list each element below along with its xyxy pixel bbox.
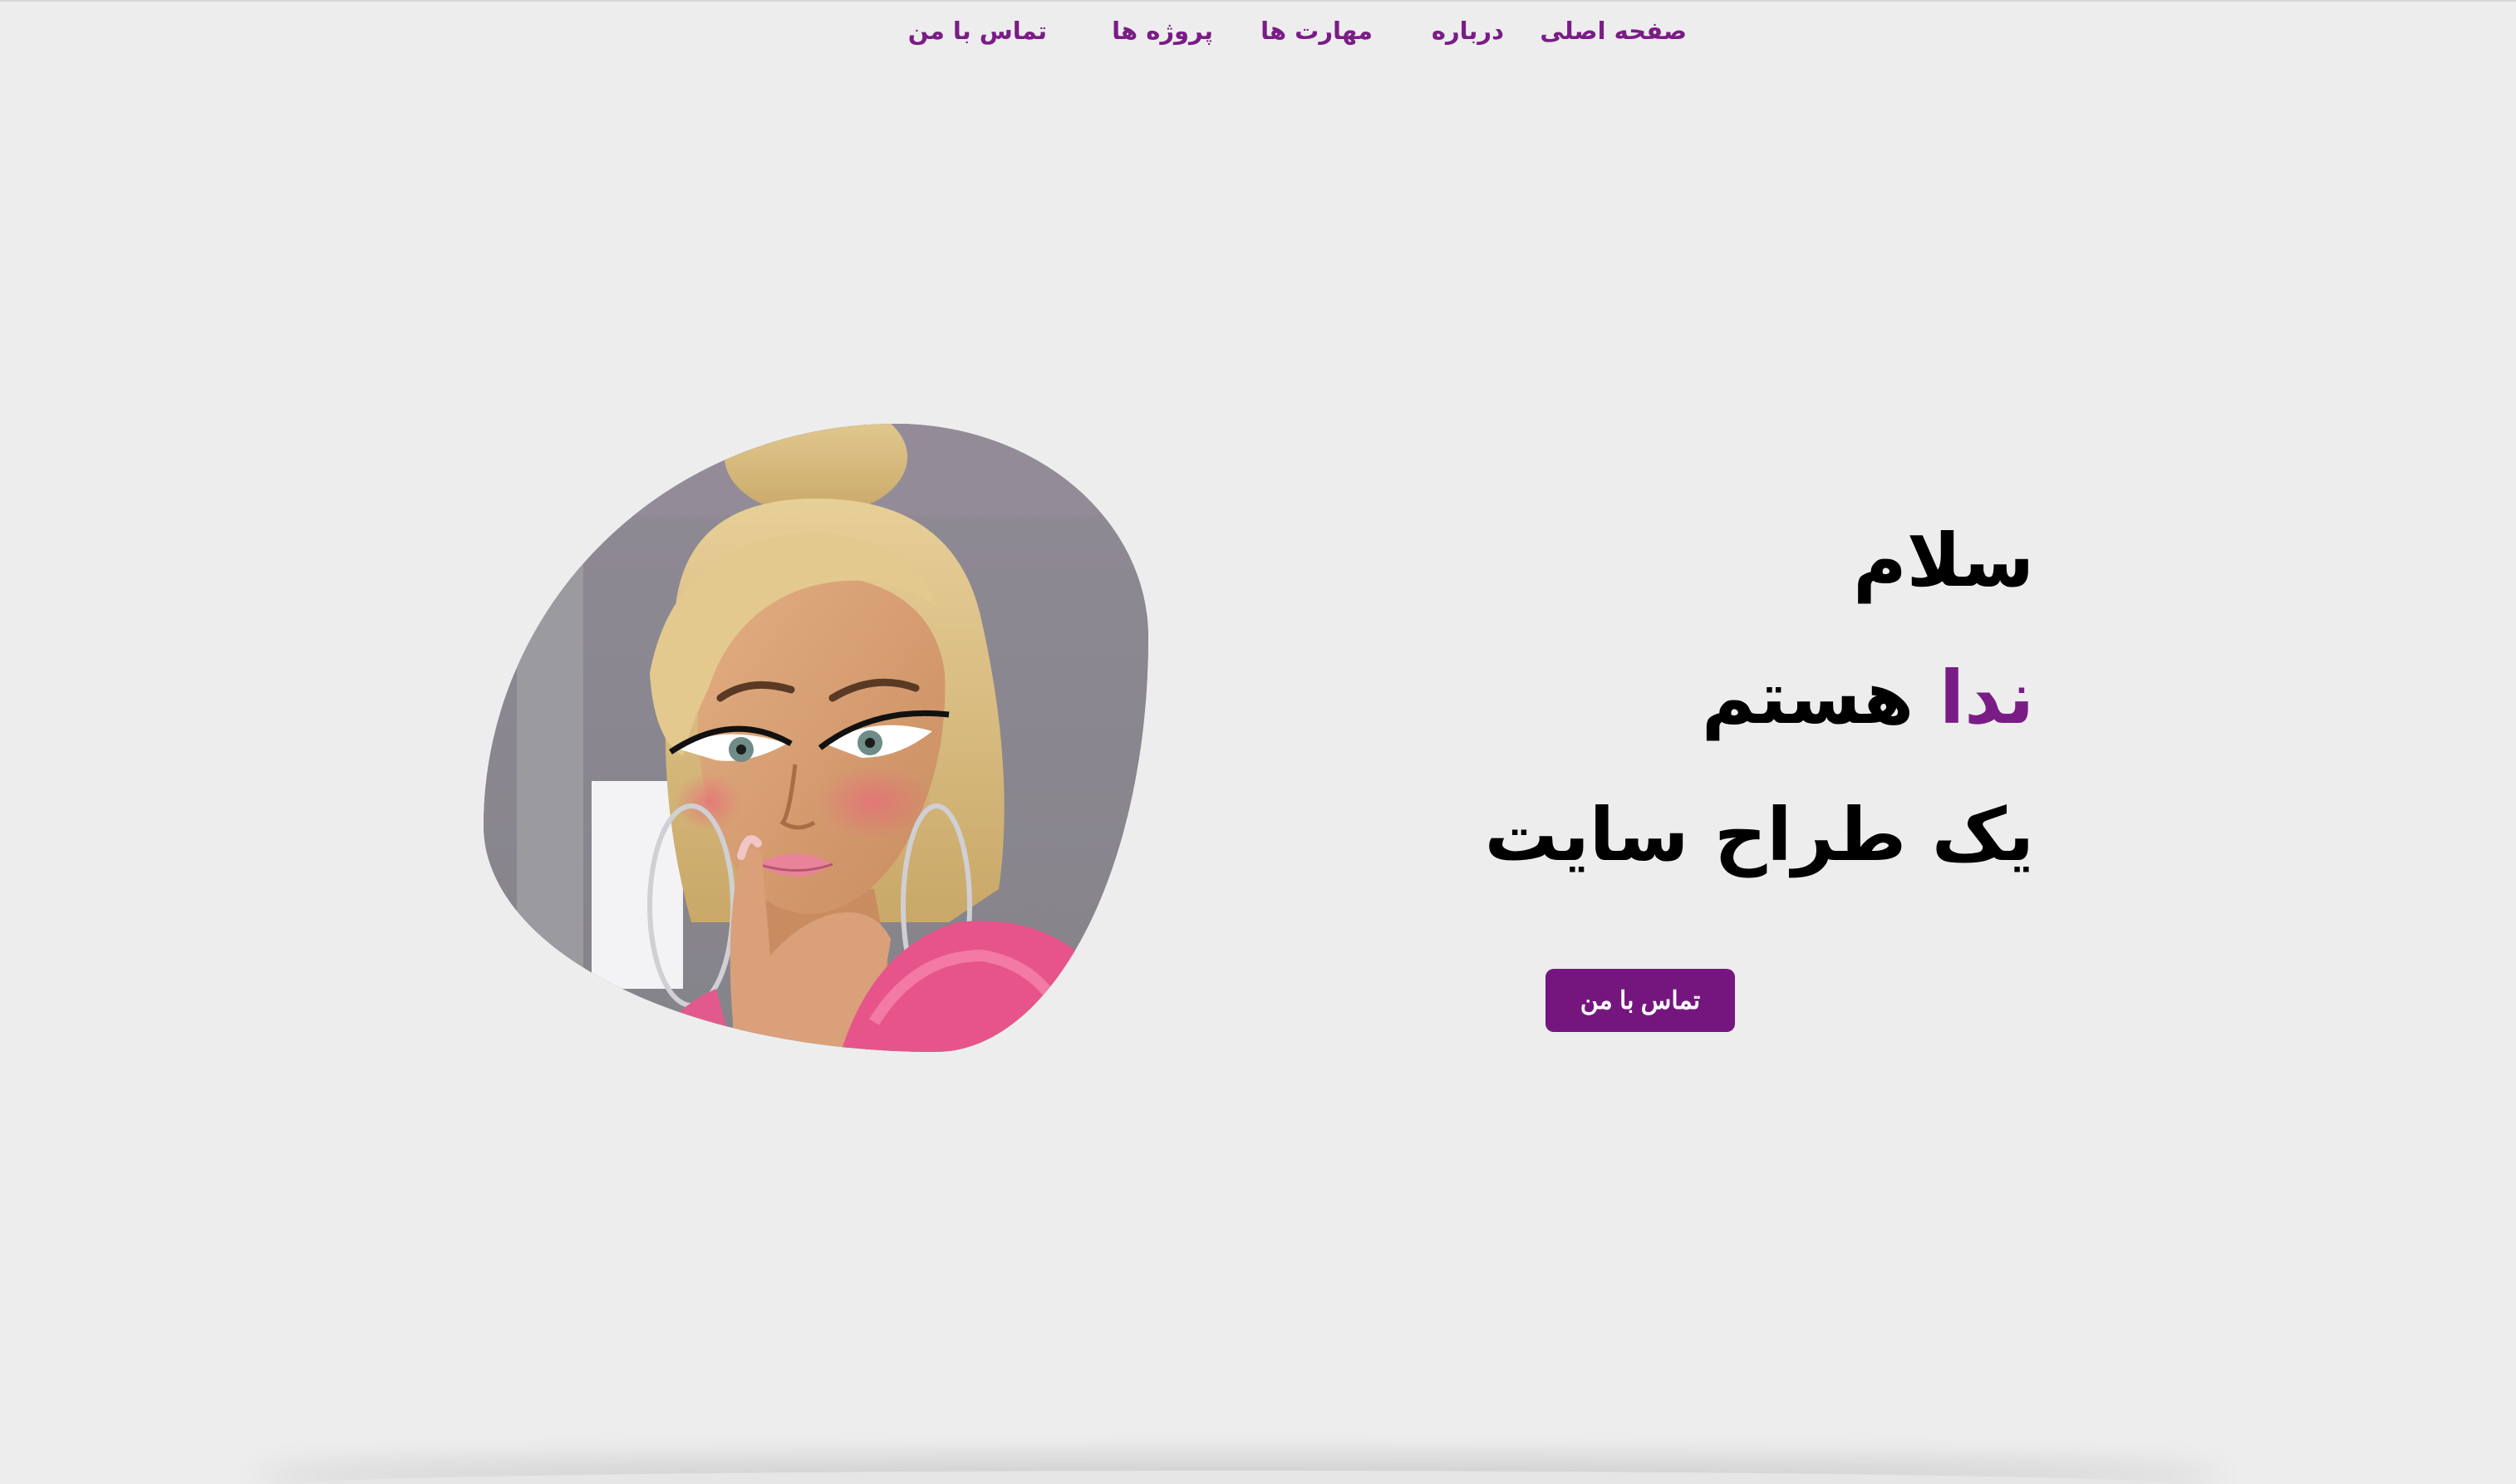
nav-item-projects[interactable]: پروژه ها — [1112, 10, 1213, 52]
hero-name: ندا — [1939, 655, 2034, 740]
nav-item-about[interactable]: درباره — [1432, 10, 1504, 52]
contact-me-button[interactable]: تماس با من — [1545, 969, 1735, 1032]
section-divider-shadow — [249, 1471, 2227, 1484]
portrait-image — [484, 424, 1148, 1052]
hero-greeting: سلام — [1853, 518, 2034, 603]
nav-item-skills[interactable]: مهارت ها — [1260, 10, 1373, 52]
nav-item-contact[interactable]: تماس با من — [908, 10, 1047, 52]
portrait-illustration-icon — [484, 424, 1148, 1052]
hero-role: یک طراح سایت — [1484, 792, 2034, 877]
hero-intro: ندا هستم — [1452, 652, 2034, 789]
hero-text: سلام ندا هستم یک طراح سایت — [1452, 515, 2034, 926]
portfolio-page: صفحه اصلی درباره مهارت ها پروژه ها تماس … — [0, 0, 2516, 1484]
main-nav: صفحه اصلی درباره مهارت ها پروژه ها تماس … — [906, 10, 1687, 52]
nav-item-home[interactable]: صفحه اصلی — [1540, 10, 1687, 52]
top-border — [0, 0, 2516, 2]
hero-name-suffix: هستم — [1701, 655, 1914, 740]
